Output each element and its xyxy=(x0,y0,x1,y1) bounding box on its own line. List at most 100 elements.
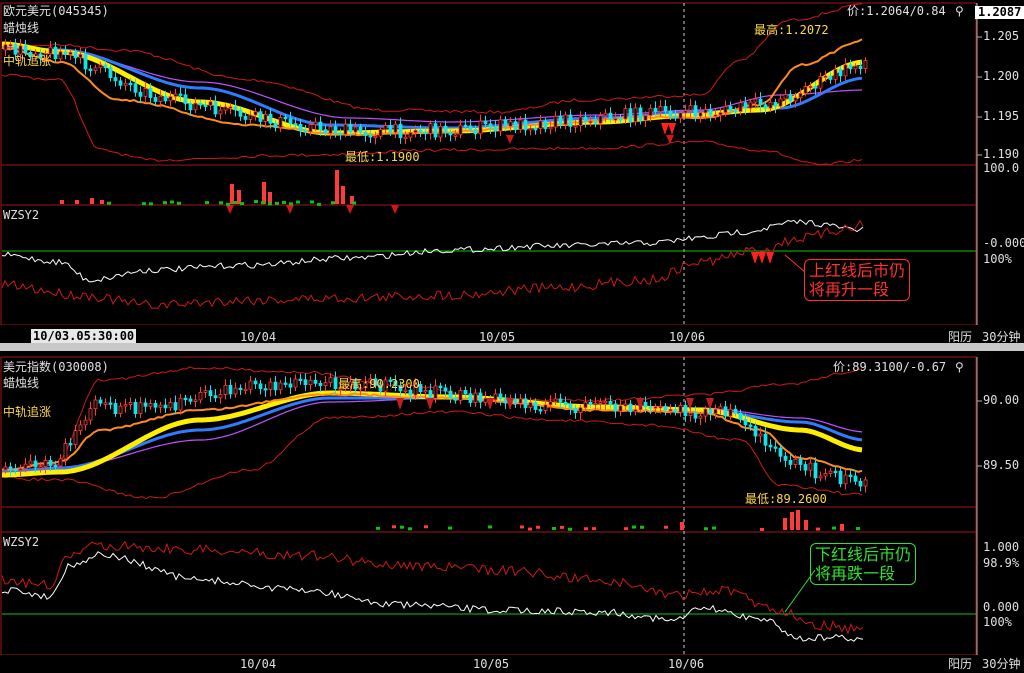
bottom-candle xyxy=(768,444,773,448)
top-candle xyxy=(373,135,378,139)
bottom-candle xyxy=(88,408,93,421)
top-signal-arrow xyxy=(506,135,514,144)
top-candle xyxy=(158,95,163,102)
bottom-candle xyxy=(623,403,628,407)
top-candle xyxy=(233,106,238,111)
bottom-bollinger-lower xyxy=(1,410,863,500)
top-candle xyxy=(668,110,673,117)
top-candle xyxy=(783,93,788,100)
top-osc-arrow xyxy=(766,252,774,264)
top-volume-bar xyxy=(60,200,64,204)
bottom-candle xyxy=(268,381,273,390)
top-candle xyxy=(303,130,308,133)
bottom-volume-bar xyxy=(624,527,628,531)
top-candle xyxy=(538,120,543,129)
top-volume-bar xyxy=(205,201,209,205)
top-volume-bar xyxy=(233,201,237,205)
top-candle xyxy=(203,104,208,107)
bottom-candle xyxy=(248,380,253,390)
bottom-candle xyxy=(618,405,623,412)
panel-separator[interactable] xyxy=(0,343,1024,351)
bottom-price-info: 价:89.3100/-0.67 xyxy=(833,360,947,374)
top-candle xyxy=(858,65,863,69)
top-candle xyxy=(438,125,443,138)
top-candle xyxy=(493,126,498,132)
top-candle xyxy=(468,125,473,130)
bottom-candle xyxy=(473,392,478,403)
bottom-candle xyxy=(773,446,778,449)
bottom-candle xyxy=(583,401,588,409)
top-volume-bar xyxy=(268,202,272,206)
top-candle xyxy=(708,109,713,116)
top-candle xyxy=(683,110,688,114)
top-candle xyxy=(768,101,773,109)
top-candle xyxy=(418,129,423,133)
bottom-candle xyxy=(658,405,663,409)
bottom-volume-bar xyxy=(712,526,716,530)
bottom-candle xyxy=(548,401,553,406)
bottom-chart-type-label: 蜡烛线 xyxy=(3,376,40,390)
bottom-candle xyxy=(733,408,738,414)
top-candle xyxy=(478,120,483,135)
top-candle xyxy=(403,136,408,140)
bottom-candle xyxy=(98,399,103,404)
top-volume-bar xyxy=(107,201,111,205)
top-candle xyxy=(718,112,723,116)
top-candle xyxy=(848,64,853,70)
top-candle xyxy=(678,112,683,119)
top-candle xyxy=(673,115,678,119)
top-panel-settings-icon[interactable]: ⚲ xyxy=(955,5,964,18)
bottom-candle xyxy=(478,392,483,403)
top-volume-bar xyxy=(142,202,146,206)
top-indicator-label: 中轨追涨 xyxy=(3,54,52,68)
bottom-candle xyxy=(168,402,173,409)
bottom-volume-bar xyxy=(488,525,492,529)
top-candle xyxy=(148,88,153,98)
top-candle xyxy=(253,111,258,116)
bottom-volume-bar xyxy=(400,525,404,529)
bottom-candle xyxy=(73,430,78,445)
top-candle xyxy=(268,113,273,124)
top-candle xyxy=(518,119,523,131)
bottom-candle xyxy=(643,401,648,408)
bottom-candle xyxy=(278,382,283,391)
top-candle xyxy=(618,118,623,121)
top-volume-bar xyxy=(335,170,339,204)
bottom-calendar-toggle[interactable]: 阳历 xyxy=(948,658,972,671)
bottom-annotation-callout: 下红线后市仍 将再跌一段 xyxy=(810,543,917,585)
bottom-candle xyxy=(63,443,68,460)
top-candle xyxy=(658,106,663,113)
bottom-candle xyxy=(783,455,788,461)
top-candle xyxy=(498,119,503,132)
top-candle xyxy=(348,123,353,133)
bottom-candle xyxy=(553,398,558,403)
bottom-candle xyxy=(713,408,718,415)
top-signal-arrow xyxy=(286,205,294,214)
top-signal-arrow xyxy=(346,205,354,214)
top-candle xyxy=(228,106,233,109)
top-candle xyxy=(413,129,418,133)
top-candle xyxy=(448,132,453,136)
bottom-candle xyxy=(568,404,573,409)
bottom-candle xyxy=(838,470,843,485)
bottom-candle xyxy=(188,398,193,402)
bottom-candle xyxy=(798,458,803,465)
top-candle xyxy=(648,107,653,116)
bottom-candle xyxy=(593,402,598,406)
bottom-date-label-1: 10/04 xyxy=(240,657,277,671)
bottom-candle xyxy=(123,404,128,407)
bottom-panel-settings-icon[interactable]: ⚲ xyxy=(955,361,964,374)
bottom-volume-bar xyxy=(568,527,572,531)
top-candle xyxy=(243,115,248,120)
bottom-bollinger-upper xyxy=(1,366,863,471)
bottom-osc-red-line xyxy=(1,540,864,635)
bottom-candle xyxy=(633,409,638,413)
top-candle xyxy=(758,98,763,106)
bottom-period-selector[interactable]: 30分钟 xyxy=(982,658,1020,671)
top-candle xyxy=(88,68,93,72)
bottom-candle xyxy=(153,403,158,408)
top-osc-title: WZSY2 xyxy=(3,208,40,222)
bottom-candle xyxy=(58,458,63,467)
top-candle xyxy=(13,44,18,55)
bottom-candle xyxy=(863,479,868,487)
